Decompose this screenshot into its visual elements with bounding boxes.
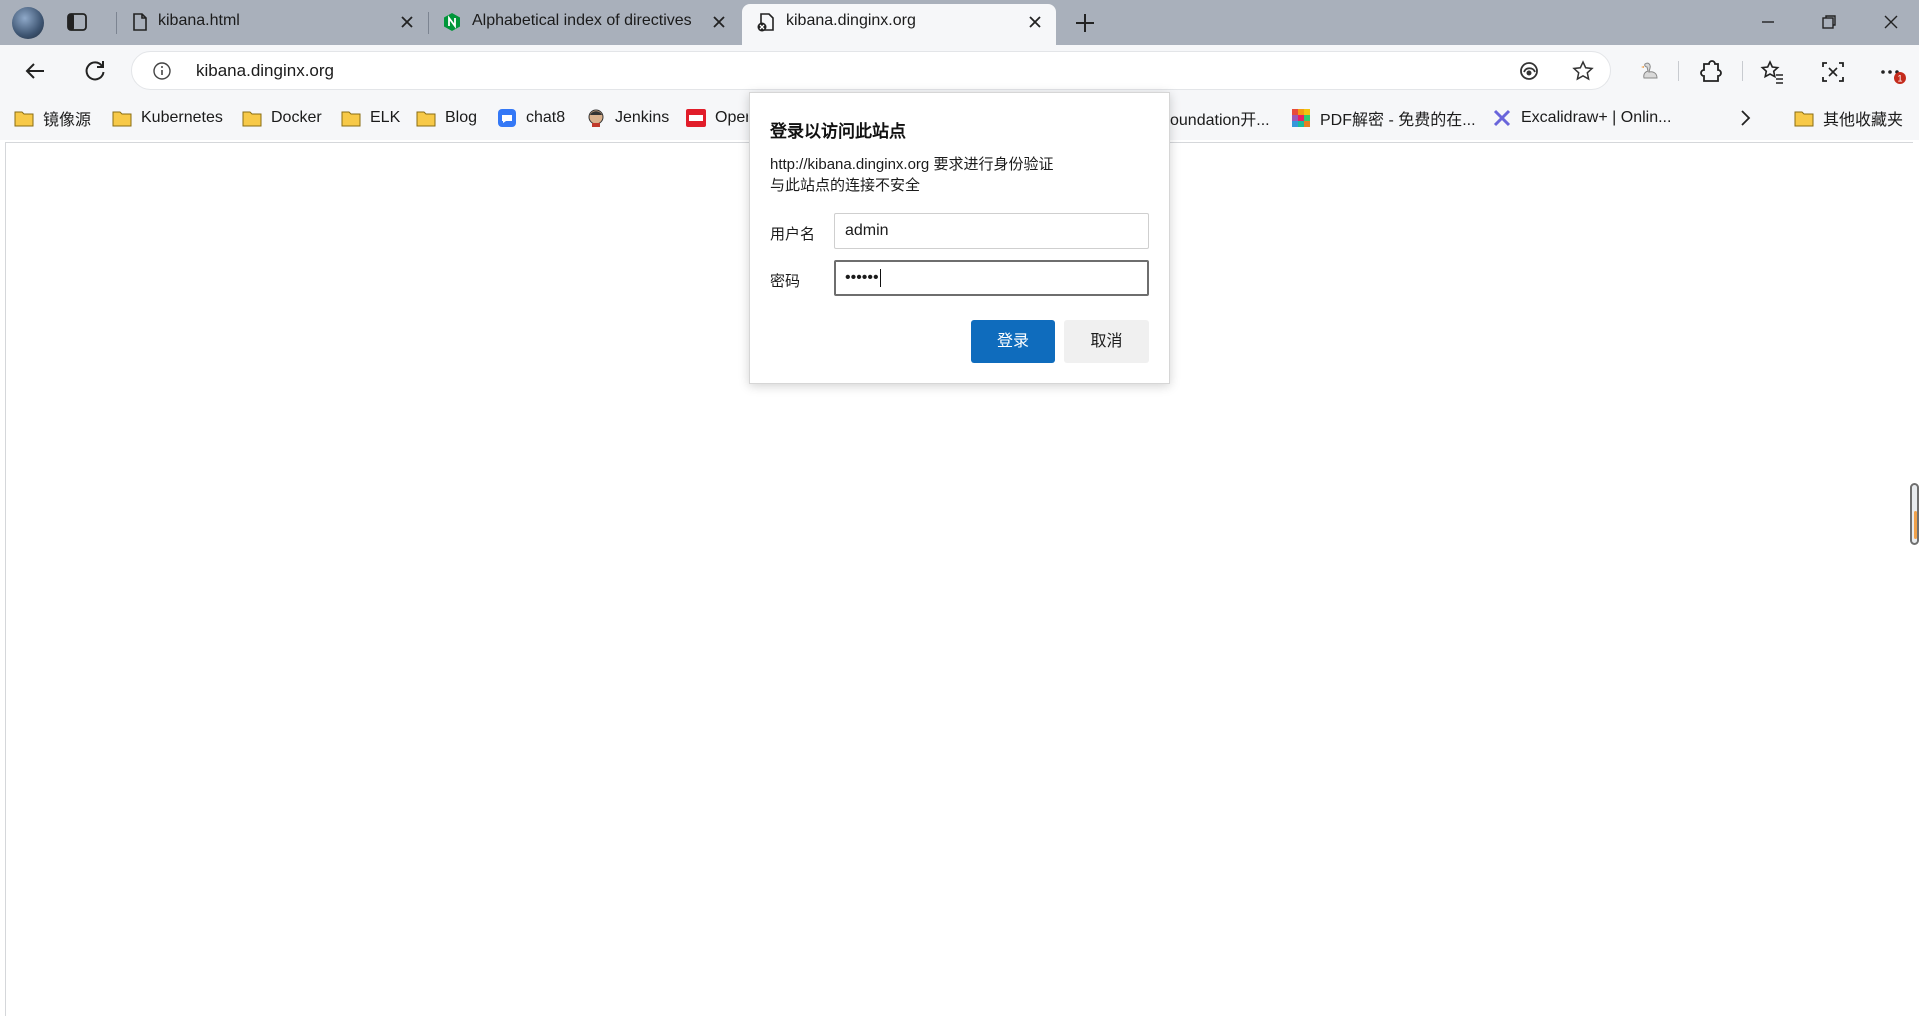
toolbar-separator <box>1678 61 1679 81</box>
excalidraw-icon <box>1493 109 1511 127</box>
minimize-icon[interactable] <box>1757 11 1779 33</box>
tab-kibana-dinginx[interactable]: kibana.dinginx.org <box>742 4 1056 45</box>
bookmark-folder[interactable]: ELK <box>341 106 400 130</box>
folder-icon <box>1794 111 1814 127</box>
bookmark-label: Kubernetes <box>141 109 223 126</box>
bookmark-link[interactable]: Oper <box>686 106 748 130</box>
password-input[interactable]: •••••• <box>834 260 1149 296</box>
nginx-icon <box>444 13 460 31</box>
extension-goose-icon[interactable] <box>1636 58 1664 86</box>
toolbar-separator <box>1742 61 1743 81</box>
auth-dialog: 登录以访问此站点 http://kibana.dinginx.org 要求进行身… <box>749 92 1170 384</box>
bookmark-link[interactable]: chat8 <box>497 106 565 130</box>
tab-title: Alphabetical index of directives <box>472 12 692 29</box>
restore-icon[interactable] <box>1818 11 1840 33</box>
close-icon[interactable] <box>396 11 418 33</box>
notification-badge: 1 <box>1897 74 1902 84</box>
screenshot-icon[interactable] <box>1819 58 1847 86</box>
bookmark-label: Excalidraw+ | Onlin... <box>1521 109 1672 126</box>
login-button[interactable]: 登录 <box>971 320 1055 363</box>
page-icon <box>133 13 147 31</box>
password-label: 密码 <box>770 273 801 290</box>
bookmark-link[interactable]: Excalidraw+ | Onlin... <box>1492 106 1671 130</box>
bookmark-folder[interactable]: 镜像源 <box>14 106 91 130</box>
page-warning-icon <box>757 13 774 32</box>
info-icon[interactable] <box>152 61 172 81</box>
other-bookmarks-folder[interactable]: 其他收藏夹 <box>1794 106 1903 130</box>
window-close-icon[interactable] <box>1880 11 1902 33</box>
bookmark-label: chat8 <box>526 109 566 126</box>
address-bar[interactable]: kibana.dinginx.org <box>131 51 1611 90</box>
refresh-icon[interactable] <box>81 57 109 85</box>
bookmark-label: Docker <box>271 109 322 126</box>
jenkins-icon <box>588 109 604 127</box>
tab-kibana-html[interactable]: kibana.html <box>116 0 428 45</box>
dialog-title: 登录以访问此站点 <box>770 122 906 141</box>
pdf-tool-icon <box>1292 109 1310 127</box>
text-caret <box>879 268 881 287</box>
password-value: •••••• <box>845 269 879 286</box>
close-icon[interactable] <box>708 11 730 33</box>
bookmark-label: Oper <box>715 109 748 126</box>
folder-icon <box>14 111 34 127</box>
immersive-reader-icon[interactable] <box>1518 60 1540 82</box>
url-text[interactable]: kibana.dinginx.org <box>196 61 334 81</box>
username-label: 用户名 <box>770 226 816 243</box>
dialog-message-insecure: 与此站点的连接不安全 <box>770 177 921 194</box>
folder-icon <box>416 111 436 127</box>
extensions-icon[interactable] <box>1696 58 1724 86</box>
more-menu-icon[interactable]: 1 <box>1878 58 1906 86</box>
cancel-button[interactable]: 取消 <box>1064 320 1149 363</box>
new-tab-icon[interactable] <box>1072 10 1098 36</box>
scrollbar-thumb[interactable] <box>1910 483 1919 545</box>
bookmark-label: Jenkins <box>615 109 670 126</box>
folder-icon <box>341 111 361 127</box>
tab-title: kibana.html <box>158 12 240 29</box>
bookmark-label: PDF解密 - 免费的在... <box>1320 112 1476 129</box>
username-input[interactable]: admin <box>834 213 1149 249</box>
title-bar: kibana.html Alphabetical index of direct… <box>0 0 1919 45</box>
bookmark-link[interactable]: Jenkins <box>586 106 669 130</box>
favorites-icon[interactable] <box>1758 58 1786 86</box>
bookmark-label: oundation开... <box>1170 112 1270 129</box>
bookmark-folder[interactable]: Docker <box>242 106 322 130</box>
profile-avatar[interactable] <box>12 7 44 39</box>
tab-alphabetical-index[interactable]: Alphabetical index of directives <box>428 0 740 45</box>
bookmark-label: 镜像源 <box>43 112 92 129</box>
bookmark-label: 其他收藏夹 <box>1823 112 1904 129</box>
favorite-star-icon[interactable] <box>1572 60 1594 82</box>
bookmark-folder[interactable]: Blog <box>416 106 477 130</box>
folder-icon <box>242 111 262 127</box>
chevron-right-icon[interactable] <box>1735 108 1755 128</box>
tab-actions-icon[interactable] <box>66 11 88 33</box>
back-icon[interactable] <box>22 57 50 85</box>
bookmark-link[interactable]: PDF解密 - 免费的在... <box>1291 106 1476 130</box>
username-value: admin <box>845 222 889 239</box>
bookmark-folder[interactable]: Kubernetes <box>112 106 223 130</box>
chat-icon <box>498 109 516 127</box>
close-icon[interactable] <box>1024 11 1046 33</box>
openresty-icon <box>686 109 706 127</box>
bookmark-label: Blog <box>445 109 478 126</box>
bookmark-label: ELK <box>370 109 401 126</box>
bookmark-link[interactable]: oundation开... <box>1170 106 1270 130</box>
tab-title: kibana.dinginx.org <box>786 12 916 29</box>
folder-icon <box>112 111 132 127</box>
dialog-message-auth: http://kibana.dinginx.org 要求进行身份验证 <box>770 156 1054 173</box>
